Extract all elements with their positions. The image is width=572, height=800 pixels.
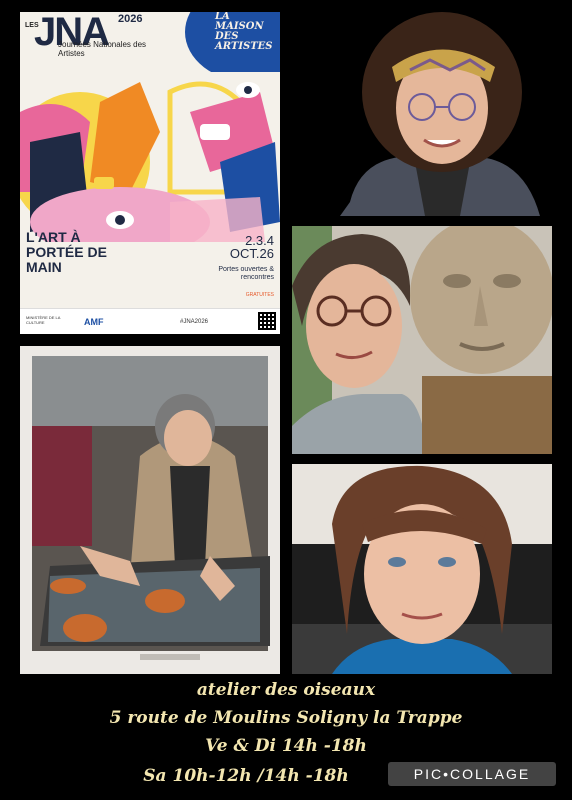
poster-headline: L'ART À PORTÉE DE MAIN (26, 229, 107, 275)
poster-footer: MINISTÈRE DE LA CULTURE AMF #JNA2026 (20, 308, 280, 334)
caption-atelier-name: atelier des oiseaux (196, 680, 376, 700)
qr-code (258, 312, 276, 330)
artist-headband-portrait (330, 12, 552, 216)
poster-open-doors: Portes ouvertes & rencontres (218, 266, 274, 281)
photo-artist-at-market (20, 346, 280, 674)
artist-and-wooden-sculpture (292, 226, 552, 454)
poster-subtitle: Journées Nationales des Artistes (58, 40, 147, 58)
photo-artist-with-mask (292, 226, 552, 454)
caption-address: 5 route de Moulins Soligny la Trappe (109, 708, 463, 728)
jna-poster: LES JNA 2026 Journées Nationales des Art… (20, 12, 280, 334)
poster-year: 2026 (118, 13, 143, 25)
amf-logo: AMF (84, 317, 104, 327)
ministry-logo: MINISTÈRE DE LA CULTURE (26, 315, 61, 325)
caption-hours-friday-sunday: Ve & Di 14h -18h (205, 736, 367, 756)
pic-collage-watermark: PIC•COLLAGE (388, 762, 556, 786)
photo-artist-smiling (292, 464, 552, 674)
photo-artist-headband (330, 12, 552, 216)
maison-des-artistes-logo: LA MAISON DES ARTISTES (215, 12, 273, 52)
artist-sorting-pieces (20, 346, 280, 674)
poster-hands-illustration (20, 72, 280, 242)
artist-smiling-portrait (292, 464, 552, 674)
poster-hashtag: #JNA2026 (180, 319, 209, 325)
poster-free-label: GRATUITES (245, 292, 274, 298)
poster-dates: 2.3.4 OCT.26 (229, 233, 274, 261)
